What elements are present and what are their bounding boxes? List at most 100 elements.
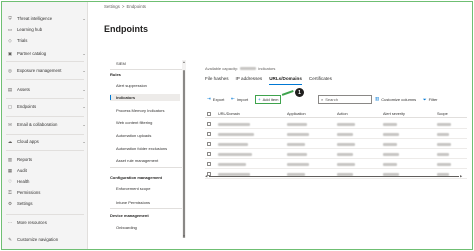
nav-divider bbox=[6, 214, 84, 215]
settings-item-enforcement-scope[interactable]: Enforcement scope bbox=[110, 185, 180, 192]
redacted-cell bbox=[383, 162, 397, 166]
settings-item-alert-suppression[interactable]: Alert suppression bbox=[110, 82, 180, 89]
redacted-cell bbox=[437, 152, 449, 156]
row-checkbox[interactable] bbox=[207, 122, 211, 126]
column-header-action[interactable]: Action bbox=[337, 112, 348, 116]
redacted-cell bbox=[383, 132, 399, 136]
nav-item-label: Cloud apps bbox=[17, 139, 39, 144]
redacted-cell bbox=[218, 152, 252, 156]
nav-item-endpoints[interactable]: ▢ Endpoints ⌄ bbox=[2, 103, 88, 110]
redacted-cell bbox=[383, 122, 397, 126]
chevron-down-icon: ⌄ bbox=[82, 87, 86, 92]
settings-header-configuration-management: Configuration management bbox=[110, 175, 163, 180]
nav-item-label: Health bbox=[17, 179, 30, 184]
nav-item-more-resources[interactable]: ⋯ More resources bbox=[2, 219, 88, 226]
settings-item-web-content-filtering[interactable]: Web content filtering bbox=[110, 119, 180, 126]
scroll-right-icon[interactable]: ▶ bbox=[460, 174, 462, 178]
settings-divider bbox=[110, 69, 182, 70]
settings-item-process-memory-indicators[interactable]: Process Memory Indicators bbox=[110, 107, 180, 114]
nav-item-label: Audit bbox=[17, 168, 27, 173]
table-row[interactable] bbox=[205, 119, 467, 129]
tab-file-hashes[interactable]: File hashes bbox=[205, 76, 229, 85]
nav-divider bbox=[6, 98, 84, 99]
reports-icon: ▥ bbox=[7, 156, 13, 162]
left-nav: ⛨ Threat intelligence ⌄ ▭ Learning hub ◇… bbox=[2, 2, 88, 249]
row-checkbox[interactable] bbox=[207, 152, 211, 156]
export-label: Export bbox=[212, 96, 225, 102]
chevron-down-icon: ⌄ bbox=[82, 16, 86, 21]
nav-item-email-collaboration[interactable]: ✉ Email & collaboration ⌄ bbox=[2, 121, 88, 128]
nav-item-label: Partner catalog bbox=[17, 51, 47, 56]
breadcrumb-separator: > bbox=[121, 4, 125, 9]
settings-item-intune-permissions[interactable]: Intune Permissions bbox=[110, 199, 180, 206]
column-header-alert-severity[interactable]: Alert severity bbox=[383, 112, 405, 116]
settings-item-asset-rule-management[interactable]: Asset rule management bbox=[110, 157, 180, 164]
scrollbar-thumb[interactable] bbox=[182, 70, 186, 238]
row-checkbox[interactable] bbox=[207, 142, 211, 146]
redacted-cell bbox=[287, 122, 307, 126]
scroll-left-icon[interactable]: ◀ bbox=[205, 174, 207, 178]
table-header-row: URL/Domain Application Action Alert seve… bbox=[205, 110, 467, 118]
import-icon: ⇤ bbox=[231, 96, 235, 101]
nav-item-exposure-management[interactable]: ◎ Exposure management ⌄ bbox=[2, 67, 88, 74]
settings-item-onboarding[interactable]: Onboarding bbox=[110, 224, 180, 231]
table-row[interactable] bbox=[205, 139, 467, 149]
breadcrumb-item-settings[interactable]: Settings bbox=[104, 4, 120, 9]
column-header-application[interactable]: Application bbox=[287, 112, 306, 116]
redacted-cell bbox=[437, 142, 451, 146]
nav-item-customize-navigation[interactable]: ✎ Customize navigation bbox=[2, 236, 88, 243]
table-horizontal-scrollbar[interactable]: ◀ ▶ bbox=[205, 174, 463, 178]
plus-icon: + bbox=[258, 96, 261, 102]
nav-item-label: Trials bbox=[17, 38, 28, 43]
import-button[interactable]: ⇤ Import bbox=[231, 94, 248, 104]
nav-item-audit[interactable]: ▦ Audit bbox=[2, 167, 88, 174]
nav-item-reports[interactable]: ▥ Reports bbox=[2, 156, 88, 163]
export-button[interactable]: ⇥ Export bbox=[207, 94, 224, 104]
nav-item-permissions[interactable]: ⚿ Permissions bbox=[2, 189, 88, 196]
row-checkbox[interactable] bbox=[207, 162, 211, 166]
nav-item-trials[interactable]: ◇ Trials bbox=[2, 37, 88, 44]
nav-item-assets[interactable]: ▤ Assets ⌄ bbox=[2, 86, 88, 93]
trial-icon: ◇ bbox=[8, 37, 12, 43]
add-item-button[interactable]: + Add item bbox=[255, 94, 282, 104]
nav-divider bbox=[6, 134, 84, 135]
redacted-cell bbox=[218, 142, 248, 146]
nav-item-partner-catalog[interactable]: ▣ Partner catalog ⌄ bbox=[2, 50, 88, 57]
nav-item-label: Learning hub bbox=[17, 27, 43, 32]
nav-item-cloud-apps[interactable]: ☁ Cloud apps ⌄ bbox=[2, 138, 88, 145]
nav-item-label: Assets bbox=[17, 87, 30, 92]
settings-item-indicators[interactable]: Indicators bbox=[110, 94, 180, 101]
row-checkbox[interactable] bbox=[207, 132, 211, 136]
nav-divider bbox=[6, 116, 84, 117]
tab-ip-addresses[interactable]: IP addresses bbox=[236, 76, 263, 85]
customize-columns-button[interactable]: ▥ Customize columns bbox=[375, 94, 416, 104]
table-row[interactable] bbox=[205, 129, 467, 139]
redacted-cell bbox=[218, 122, 250, 126]
redacted-cell bbox=[337, 152, 353, 156]
nav-item-learning-hub[interactable]: ▭ Learning hub bbox=[2, 26, 88, 33]
settings-item-automation-uploads[interactable]: Automation uploads bbox=[110, 132, 180, 139]
nav-item-health[interactable]: ♡ Health bbox=[2, 178, 88, 185]
filter-button[interactable]: ⏷ Filter bbox=[423, 94, 438, 104]
scrollbar-thumb[interactable] bbox=[209, 176, 459, 178]
select-all-checkbox[interactable] bbox=[207, 111, 211, 116]
nav-item-threat-intelligence[interactable]: ⛨ Threat intelligence ⌄ bbox=[2, 15, 88, 22]
step-callout-badge: 1 bbox=[295, 88, 304, 97]
column-header-url-domain[interactable]: URL/Domain bbox=[218, 112, 240, 116]
chevron-down-icon: ⌄ bbox=[82, 104, 86, 109]
tab-urls-domains[interactable]: URLs/Domains bbox=[269, 76, 302, 85]
table-row[interactable] bbox=[205, 159, 467, 169]
nav-item-settings[interactable]: ⚙ Settings bbox=[2, 200, 88, 207]
search-input[interactable]: ⌕ Search bbox=[318, 94, 372, 104]
table-row[interactable] bbox=[205, 149, 467, 159]
scroll-up-icon[interactable]: ▲ bbox=[182, 60, 186, 64]
settings-item-automation-folder-exclusions[interactable]: Automation folder exclusions bbox=[110, 145, 180, 152]
partner-icon: ▣ bbox=[7, 50, 13, 56]
settings-item-siem[interactable]: SIEM bbox=[110, 60, 180, 67]
breadcrumb-item-endpoints: Endpoints bbox=[126, 4, 146, 9]
tab-certificates[interactable]: Certificates bbox=[309, 76, 332, 85]
column-header-scope[interactable]: Scope bbox=[437, 112, 448, 116]
settings-scrollbar[interactable]: ▲ ▼ bbox=[182, 60, 186, 238]
toolbar: ⇥ Export ⇤ Import + Add item ⌕ Search ▥ … bbox=[205, 94, 467, 104]
scroll-down-icon[interactable]: ▼ bbox=[182, 234, 186, 238]
